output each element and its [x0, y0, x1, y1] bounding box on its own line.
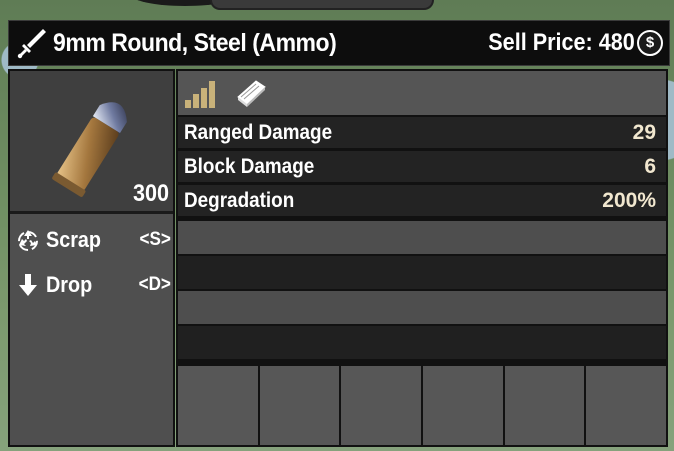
stat-name: Degradation — [184, 188, 295, 212]
drop-button[interactable]: Drop <D> — [16, 268, 171, 302]
item-icon-slot: 300 — [10, 71, 173, 214]
stat-row-degradation: Degradation 200% — [178, 185, 666, 216]
item-title: 9mm Round, Steel (Ammo) — [53, 28, 337, 57]
stat-row-block-damage: Block Damage 6 — [178, 151, 666, 182]
toolbar-edge — [210, 0, 434, 10]
mod-slot[interactable] — [178, 366, 258, 445]
recycle-icon — [18, 230, 38, 251]
stat-value: 29 — [632, 120, 656, 144]
item-quantity: 300 — [132, 180, 169, 207]
coin-icon: $ — [637, 30, 663, 56]
scrap-hotkey: <S> — [139, 229, 171, 250]
mod-slot[interactable] — [341, 366, 422, 445]
mod-slot[interactable] — [259, 366, 340, 445]
mod-slot[interactable] — [586, 366, 667, 445]
mod-slots — [178, 366, 667, 445]
sell-price: Sell Price: 480 $ — [472, 29, 663, 57]
scrap-button[interactable]: Scrap <S> — [16, 223, 171, 257]
drop-hotkey: <D> — [138, 274, 171, 295]
stat-value: 6 — [644, 154, 656, 178]
empty-stat-row — [178, 326, 666, 359]
book-icon — [237, 80, 266, 107]
item-preview-column: 300 Scrap <S> Drop <D> — [8, 69, 175, 447]
item-info-panel: 9mm Round, Steel (Ammo) Sell Price: 480 … — [8, 20, 670, 451]
empty-stat-row — [178, 291, 666, 324]
quality-bars-icon — [185, 81, 215, 108]
mod-slot[interactable] — [504, 366, 585, 445]
item-stats-column: Ranged Damage 29 Block Damage 6 Degradat… — [176, 69, 668, 447]
empty-stat-row — [178, 256, 666, 289]
item-icon-row — [178, 71, 666, 115]
stat-name: Ranged Damage — [184, 120, 333, 144]
stat-value: 200% — [602, 188, 656, 212]
sell-price-label: Sell Price: 480 — [488, 29, 635, 56]
weapon-category-icon — [17, 29, 46, 59]
down-arrow-icon — [19, 274, 37, 296]
stat-name: Block Damage — [184, 154, 315, 178]
drop-label: Drop — [46, 272, 93, 297]
stat-row-ranged-damage: Ranged Damage 29 — [178, 117, 666, 148]
item-header: 9mm Round, Steel (Ammo) Sell Price: 480 … — [8, 20, 670, 66]
mod-slot[interactable] — [423, 366, 503, 445]
empty-stat-row — [178, 221, 666, 254]
scrap-label: Scrap — [46, 227, 102, 252]
